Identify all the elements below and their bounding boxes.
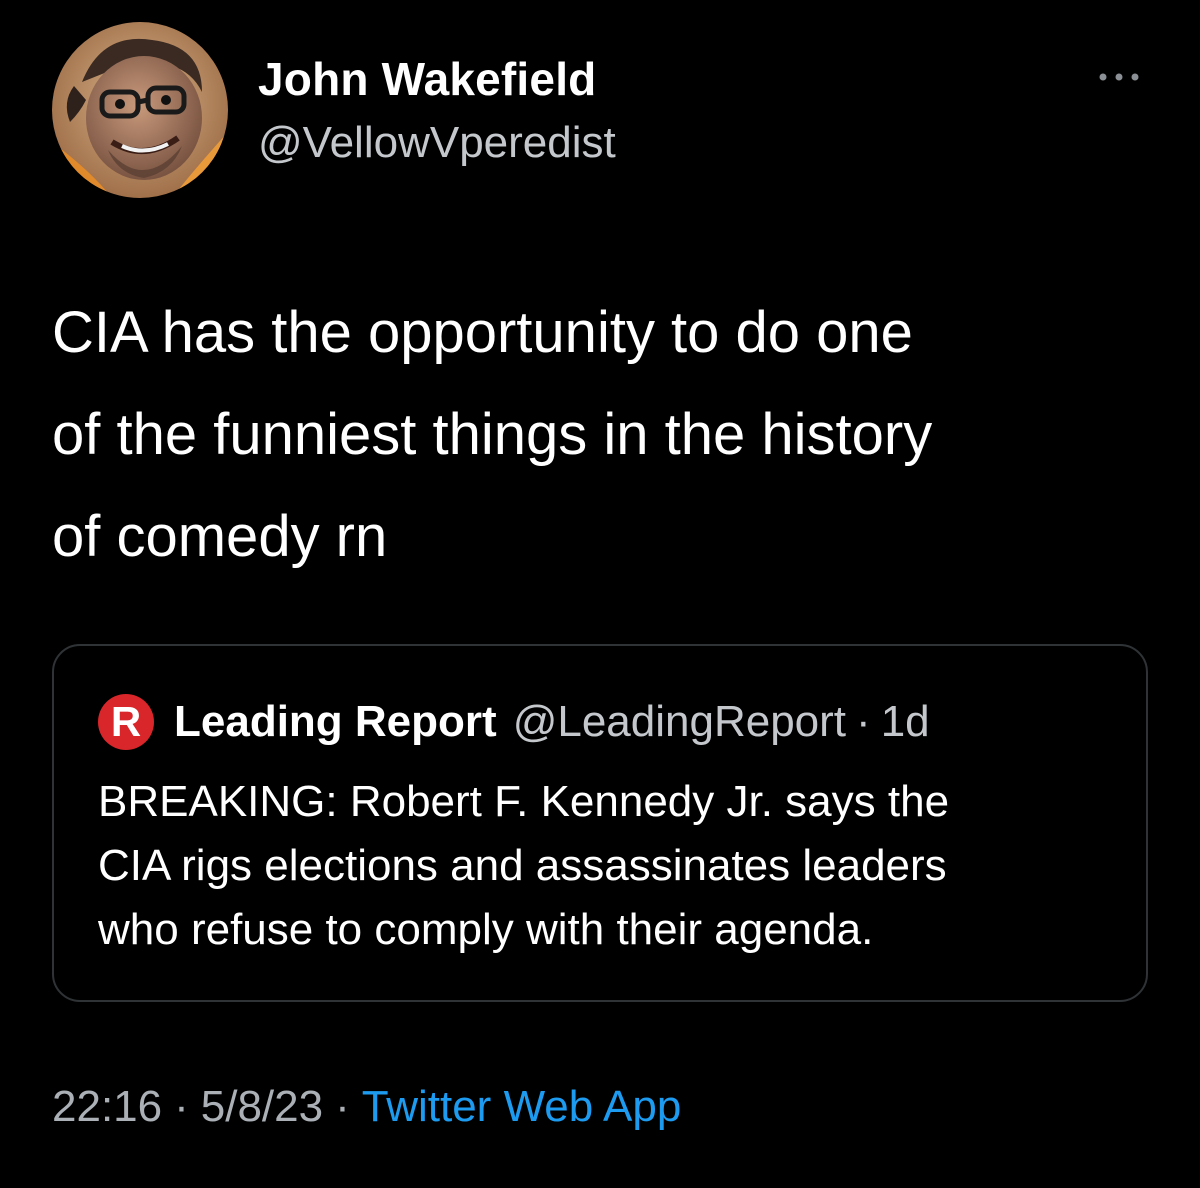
quoted-text-line: CIA rigs elections and assassinates lead… — [98, 841, 947, 890]
logo-letter: R — [110, 698, 142, 745]
separator-dot: · — [335, 1082, 350, 1131]
tweet: John Wakefield @VellowVperedist CIA has … — [0, 0, 1200, 1188]
quoted-text-line: who refuse to comply with their agenda. — [98, 905, 874, 954]
more-horizontal-icon[interactable] — [1093, 64, 1145, 90]
separator-dot: · — [856, 697, 871, 746]
tweet-meta: 22:16 · 5/8/23 · Twitter Web App — [52, 1082, 681, 1132]
author-handle[interactable]: @VellowVperedist — [258, 118, 616, 168]
tweet-text-line: of comedy rn — [52, 504, 388, 569]
tweet-time: 22:16 — [52, 1082, 163, 1131]
quoted-tweet-card[interactable]: R Leading Report @LeadingReport · 1d BRE… — [52, 644, 1148, 1002]
tweet-text-line: CIA has the opportunity to do one — [52, 300, 913, 365]
tweet-text-line: of the funniest things in the history — [52, 402, 933, 467]
author-display-name[interactable]: John Wakefield — [258, 52, 596, 106]
avatar[interactable] — [52, 22, 228, 198]
quoted-text-line: BREAKING: Robert F. Kennedy Jr. says the — [98, 777, 950, 826]
quoted-tweet-age: 1d — [880, 697, 930, 746]
quoted-tweet-header: R Leading Report @LeadingReport · 1d — [98, 694, 930, 750]
quoted-author-name[interactable]: Leading Report — [174, 697, 497, 747]
quoted-tweet-text: BREAKING: Robert F. Kennedy Jr. says the… — [98, 770, 1108, 962]
tweet-date: 5/8/23 — [200, 1082, 324, 1131]
separator-dot: · — [174, 1082, 189, 1131]
quoted-author-handle[interactable]: @LeadingReport — [513, 697, 846, 747]
leading-report-logo: R — [98, 694, 154, 750]
tweet-source-link[interactable]: Twitter Web App — [362, 1082, 682, 1131]
tweet-text: CIA has the opportunity to do one of the… — [52, 282, 1152, 588]
